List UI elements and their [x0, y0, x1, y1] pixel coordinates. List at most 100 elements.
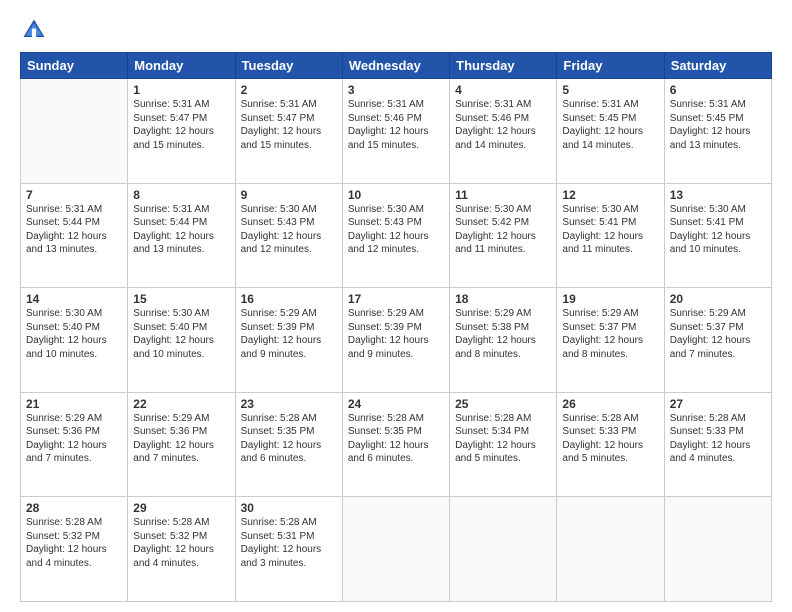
day-info: Sunrise: 5:30 AMSunset: 5:43 PMDaylight:… — [241, 203, 337, 257]
calendar-cell: 20Sunrise: 5:29 AMSunset: 5:37 PMDayligh… — [664, 288, 771, 393]
calendar-cell: 21Sunrise: 5:29 AMSunset: 5:36 PMDayligh… — [21, 392, 128, 497]
logo — [20, 16, 52, 44]
day-number: 30 — [241, 501, 337, 515]
day-info: Sunrise: 5:28 AMSunset: 5:35 PMDaylight:… — [348, 412, 444, 466]
calendar-cell: 6Sunrise: 5:31 AMSunset: 5:45 PMDaylight… — [664, 79, 771, 184]
day-info: Sunrise: 5:29 AMSunset: 5:38 PMDaylight:… — [455, 307, 551, 361]
calendar-cell: 22Sunrise: 5:29 AMSunset: 5:36 PMDayligh… — [128, 392, 235, 497]
calendar-cell: 17Sunrise: 5:29 AMSunset: 5:39 PMDayligh… — [342, 288, 449, 393]
day-number: 25 — [455, 397, 551, 411]
day-number: 24 — [348, 397, 444, 411]
day-info: Sunrise: 5:29 AMSunset: 5:37 PMDaylight:… — [670, 307, 766, 361]
day-number: 15 — [133, 292, 229, 306]
day-number: 12 — [562, 188, 658, 202]
calendar-header: SundayMondayTuesdayWednesdayThursdayFrid… — [21, 53, 772, 79]
calendar-cell: 2Sunrise: 5:31 AMSunset: 5:47 PMDaylight… — [235, 79, 342, 184]
logo-icon — [20, 16, 48, 44]
day-number: 6 — [670, 83, 766, 97]
day-info: Sunrise: 5:31 AMSunset: 5:46 PMDaylight:… — [455, 98, 551, 152]
calendar-cell — [557, 497, 664, 602]
calendar-cell: 29Sunrise: 5:28 AMSunset: 5:32 PMDayligh… — [128, 497, 235, 602]
day-number: 29 — [133, 501, 229, 515]
calendar-cell: 18Sunrise: 5:29 AMSunset: 5:38 PMDayligh… — [450, 288, 557, 393]
week-row-5: 28Sunrise: 5:28 AMSunset: 5:32 PMDayligh… — [21, 497, 772, 602]
calendar-cell: 19Sunrise: 5:29 AMSunset: 5:37 PMDayligh… — [557, 288, 664, 393]
day-number: 8 — [133, 188, 229, 202]
day-number: 17 — [348, 292, 444, 306]
day-number: 13 — [670, 188, 766, 202]
day-info: Sunrise: 5:28 AMSunset: 5:33 PMDaylight:… — [562, 412, 658, 466]
day-info: Sunrise: 5:31 AMSunset: 5:45 PMDaylight:… — [562, 98, 658, 152]
day-of-week-thursday: Thursday — [450, 53, 557, 79]
calendar-cell — [450, 497, 557, 602]
day-number: 19 — [562, 292, 658, 306]
day-number: 20 — [670, 292, 766, 306]
day-number: 26 — [562, 397, 658, 411]
day-info: Sunrise: 5:28 AMSunset: 5:35 PMDaylight:… — [241, 412, 337, 466]
day-number: 28 — [26, 501, 122, 515]
calendar-cell: 9Sunrise: 5:30 AMSunset: 5:43 PMDaylight… — [235, 183, 342, 288]
calendar-table: SundayMondayTuesdayWednesdayThursdayFrid… — [20, 52, 772, 602]
calendar-cell: 14Sunrise: 5:30 AMSunset: 5:40 PMDayligh… — [21, 288, 128, 393]
day-info: Sunrise: 5:28 AMSunset: 5:31 PMDaylight:… — [241, 516, 337, 570]
day-number: 10 — [348, 188, 444, 202]
day-info: Sunrise: 5:29 AMSunset: 5:39 PMDaylight:… — [348, 307, 444, 361]
calendar-cell: 27Sunrise: 5:28 AMSunset: 5:33 PMDayligh… — [664, 392, 771, 497]
calendar-cell: 12Sunrise: 5:30 AMSunset: 5:41 PMDayligh… — [557, 183, 664, 288]
day-number: 22 — [133, 397, 229, 411]
calendar-cell: 23Sunrise: 5:28 AMSunset: 5:35 PMDayligh… — [235, 392, 342, 497]
day-info: Sunrise: 5:29 AMSunset: 5:36 PMDaylight:… — [133, 412, 229, 466]
calendar-cell: 3Sunrise: 5:31 AMSunset: 5:46 PMDaylight… — [342, 79, 449, 184]
day-info: Sunrise: 5:29 AMSunset: 5:39 PMDaylight:… — [241, 307, 337, 361]
day-number: 23 — [241, 397, 337, 411]
calendar-cell: 28Sunrise: 5:28 AMSunset: 5:32 PMDayligh… — [21, 497, 128, 602]
day-number: 21 — [26, 397, 122, 411]
calendar-cell: 16Sunrise: 5:29 AMSunset: 5:39 PMDayligh… — [235, 288, 342, 393]
week-row-4: 21 Sunrise: 5:29 AMSunset: 5:36 PMDayligh… — [21, 392, 772, 497]
day-of-week-monday: Monday — [128, 53, 235, 79]
day-number: 9 — [241, 188, 337, 202]
day-info: Sunrise: 5:31 AMSunset: 5:44 PMDaylight:… — [133, 203, 229, 257]
week-row-1: 1Sunrise: 5:31 AMSunset: 5:47 PMDaylight… — [21, 79, 772, 184]
day-info: Sunrise: 5:31 AMSunset: 5:45 PMDaylight:… — [670, 98, 766, 152]
header-row: SundayMondayTuesdayWednesdayThursdayFrid… — [21, 53, 772, 79]
calendar-cell: 8Sunrise: 5:31 AMSunset: 5:44 PMDaylight… — [128, 183, 235, 288]
week-row-3: 14Sunrise: 5:30 AMSunset: 5:40 PMDayligh… — [21, 288, 772, 393]
day-of-week-wednesday: Wednesday — [342, 53, 449, 79]
day-info: Sunrise: 5:30 AMSunset: 5:40 PMDaylight:… — [133, 307, 229, 361]
day-info: Sunrise: 5:31 AMSunset: 5:46 PMDaylight:… — [348, 98, 444, 152]
day-info: Sunrise: 5:28 AMSunset: 5:32 PMDaylight:… — [133, 516, 229, 570]
header — [20, 16, 772, 44]
calendar-cell: 26Sunrise: 5:28 AMSunset: 5:33 PMDayligh… — [557, 392, 664, 497]
calendar-cell: 13Sunrise: 5:30 AMSunset: 5:41 PMDayligh… — [664, 183, 771, 288]
calendar-cell: 10Sunrise: 5:30 AMSunset: 5:43 PMDayligh… — [342, 183, 449, 288]
calendar-cell: 11Sunrise: 5:30 AMSunset: 5:42 PMDayligh… — [450, 183, 557, 288]
page: SundayMondayTuesdayWednesdayThursdayFrid… — [0, 0, 792, 612]
calendar-cell: 5Sunrise: 5:31 AMSunset: 5:45 PMDaylight… — [557, 79, 664, 184]
day-info: Sunrise: 5:31 AMSunset: 5:47 PMDaylight:… — [241, 98, 337, 152]
day-info: Sunrise: 5:28 AMSunset: 5:33 PMDaylight:… — [670, 412, 766, 466]
day-number: 5 — [562, 83, 658, 97]
day-info: Sunrise: 5:30 AMSunset: 5:43 PMDaylight:… — [348, 203, 444, 257]
calendar-cell: 25Sunrise: 5:28 AMSunset: 5:34 PMDayligh… — [450, 392, 557, 497]
day-info: Sunrise: 5:28 AMSunset: 5:32 PMDaylight:… — [26, 516, 122, 570]
calendar-cell: 1Sunrise: 5:31 AMSunset: 5:47 PMDaylight… — [128, 79, 235, 184]
calendar-cell — [664, 497, 771, 602]
day-info: Sunrise: 5:30 AMSunset: 5:41 PMDaylight:… — [670, 203, 766, 257]
week-row-2: 7Sunrise: 5:31 AMSunset: 5:44 PMDaylight… — [21, 183, 772, 288]
calendar-cell: 30Sunrise: 5:28 AMSunset: 5:31 PMDayligh… — [235, 497, 342, 602]
day-of-week-tuesday: Tuesday — [235, 53, 342, 79]
calendar-cell: 4Sunrise: 5:31 AMSunset: 5:46 PMDaylight… — [450, 79, 557, 184]
calendar-body: 1Sunrise: 5:31 AMSunset: 5:47 PMDaylight… — [21, 79, 772, 602]
calendar-cell — [21, 79, 128, 184]
day-info: Sunrise: 5:30 AMSunset: 5:40 PMDaylight:… — [26, 307, 122, 361]
day-info: Sunrise: 5:29 AMSunset: 5:37 PMDaylight:… — [562, 307, 658, 361]
day-info: Sunrise: 5:31 AMSunset: 5:47 PMDaylight:… — [133, 98, 229, 152]
day-number: 3 — [348, 83, 444, 97]
day-number: 27 — [670, 397, 766, 411]
day-number: 14 — [26, 292, 122, 306]
day-number: 16 — [241, 292, 337, 306]
day-number: 1 — [133, 83, 229, 97]
calendar-cell: 15Sunrise: 5:30 AMSunset: 5:40 PMDayligh… — [128, 288, 235, 393]
day-number: 18 — [455, 292, 551, 306]
